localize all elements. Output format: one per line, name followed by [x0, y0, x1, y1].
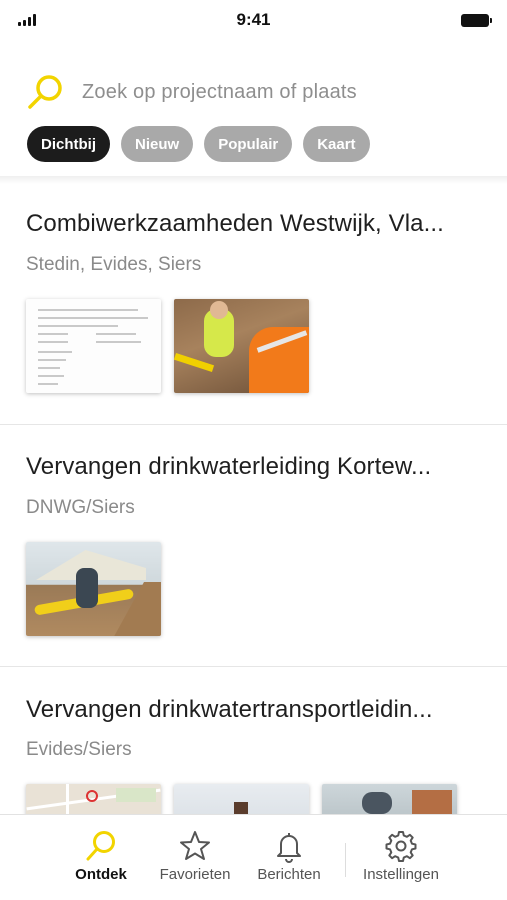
- star-icon: [180, 831, 210, 860]
- project-title[interactable]: Vervangen drinkwaterleiding Kortew...: [26, 453, 471, 481]
- project-title[interactable]: Combiwerkzaamheden Westwijk, Vla...: [26, 210, 471, 238]
- project-subtitle: Evides/Siers: [26, 739, 132, 760]
- document-thumbnail[interactable]: [26, 299, 161, 393]
- status-time: 9:41: [236, 10, 271, 29]
- tab-instellingen[interactable]: Instellingen: [346, 829, 456, 883]
- search-bar[interactable]: Zoek op projectnaam of plaats: [26, 72, 486, 112]
- search-input[interactable]: Zoek op projectnaam of plaats: [82, 81, 357, 104]
- list-divider: [0, 666, 507, 667]
- filter-chip-nieuw[interactable]: Nieuw: [121, 126, 194, 162]
- tab-bar: Ontdek Favorieten Berichten Instellingen: [0, 814, 507, 900]
- battery-icon: [461, 14, 492, 27]
- filter-chips: Dichtbij Nieuw Populair Kaart: [27, 126, 370, 162]
- project-subtitle: Stedin, Evides, Siers: [26, 254, 202, 275]
- list-divider: [0, 424, 507, 425]
- tab-label: Instellingen: [363, 866, 439, 883]
- bell-icon: [277, 833, 301, 863]
- filter-chip-kaart[interactable]: Kaart: [303, 126, 370, 162]
- gear-icon: [385, 831, 417, 862]
- pipe-worker-photo[interactable]: [26, 542, 161, 636]
- project-subtitle: DNWG/Siers: [26, 497, 135, 518]
- header-divider: [0, 176, 507, 184]
- tab-berichten[interactable]: Berichten: [234, 829, 344, 883]
- project-title[interactable]: Vervangen drinkwatertransportleidin...: [26, 696, 471, 724]
- tab-label: Berichten: [257, 866, 321, 883]
- status-bar: 9:41: [0, 0, 507, 44]
- search-icon: [28, 75, 62, 109]
- filter-chip-populair[interactable]: Populair: [204, 126, 293, 162]
- search-icon: [86, 831, 115, 861]
- worker-photo[interactable]: [174, 299, 309, 393]
- filter-chip-dichtbij[interactable]: Dichtbij: [27, 126, 110, 162]
